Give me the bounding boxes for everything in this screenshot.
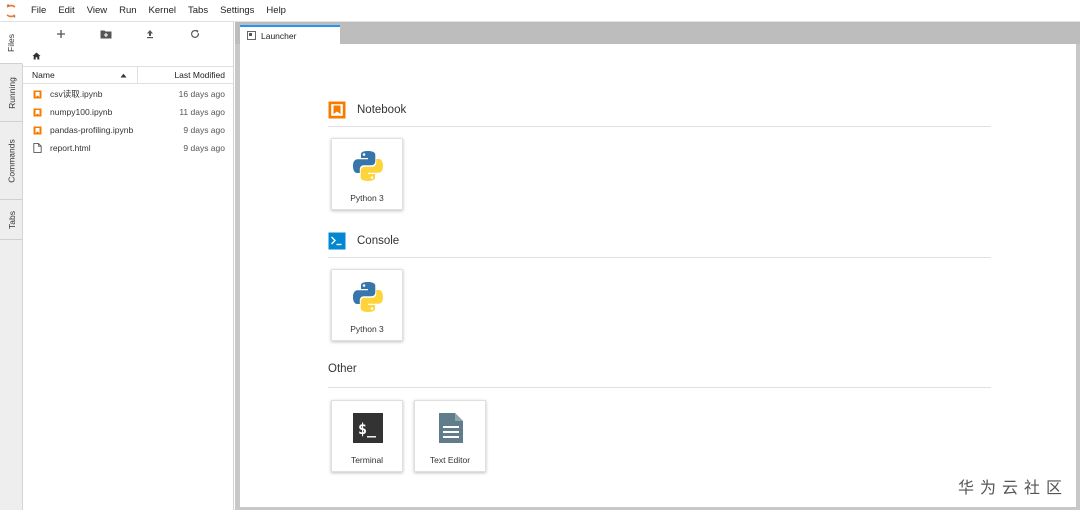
menu-tabs[interactable]: Tabs <box>188 5 208 16</box>
section-label: Notebook <box>357 104 407 116</box>
file-name: report.html <box>50 143 91 153</box>
file-browser-toolbar <box>23 22 233 46</box>
file-list: csv读取.ipynb 16 days ago numpy100.ipynb 1… <box>23 84 233 157</box>
terminal-icon: $_ <box>350 410 386 446</box>
sidebar-tab-strip: Files Running Commands Tabs <box>0 22 23 510</box>
menu-settings[interactable]: Settings <box>220 5 254 16</box>
sidebar-tab-commands[interactable]: Commands <box>0 122 23 200</box>
file-name: csv读取.ipynb <box>50 89 103 99</box>
notebook-file-icon <box>33 126 45 135</box>
menu-edit[interactable]: Edit <box>58 5 74 16</box>
file-browser: Name Last Modified csv读取.ipynb 16 days a… <box>23 22 234 510</box>
launcher-tab-icon <box>247 31 256 40</box>
file-name: pandas-profiling.ipynb <box>50 125 134 135</box>
name-column-header[interactable]: Name <box>23 67 138 83</box>
menu-kernel[interactable]: Kernel <box>149 5 176 16</box>
menu-run[interactable]: Run <box>119 5 136 16</box>
launcher-panel: Notebook Python 3 Console Python 3 Other… <box>240 44 1076 507</box>
file-row[interactable]: pandas-profiling.ipynb 9 days ago <box>23 121 233 139</box>
new-folder-icon <box>100 30 112 39</box>
file-row[interactable]: csv读取.ipynb 16 days ago <box>23 85 233 103</box>
sidebar-tab-label: Running <box>6 76 17 109</box>
section-label: Console <box>357 235 400 247</box>
card-label: Text Editor <box>429 455 471 465</box>
notebook-python3-card[interactable]: Python 3 <box>331 138 403 210</box>
sidebar-tab-label: Tabs <box>6 210 17 229</box>
sidebar-tab-label: Commands <box>6 138 17 183</box>
generic-file-icon <box>33 143 45 153</box>
last-modified-column-header[interactable]: Last Modified <box>138 70 233 80</box>
python-icon <box>350 279 386 315</box>
main-area: Launcher Notebook Python 3 Console Pytho… <box>235 22 1080 510</box>
name-column-label: Name <box>32 70 55 80</box>
file-row[interactable]: report.html 9 days ago <box>23 139 233 157</box>
sort-ascending-icon <box>120 73 127 77</box>
menu-file[interactable]: File <box>31 5 46 16</box>
python-icon <box>350 148 386 184</box>
file-modified: 9 days ago <box>183 125 225 135</box>
sidebar-tab-running[interactable]: Running <box>0 64 23 122</box>
tab-launcher[interactable]: Launcher <box>240 25 340 44</box>
upload-icon <box>147 30 154 39</box>
upload-button[interactable] <box>139 24 161 44</box>
console-icon <box>328 232 346 250</box>
menu-help[interactable]: Help <box>266 5 286 16</box>
breadcrumb <box>23 46 233 66</box>
console-python3-card[interactable]: Python 3 <box>331 269 403 341</box>
section-divider <box>328 257 991 258</box>
new-launcher-button[interactable] <box>50 24 72 44</box>
card-label: Terminal <box>350 455 384 465</box>
document-tab-bar: Launcher <box>235 22 1080 44</box>
file-modified: 11 days ago <box>179 107 225 117</box>
notebook-file-icon <box>33 90 45 99</box>
card-label: Python 3 <box>350 193 384 203</box>
new-folder-button[interactable] <box>95 24 117 44</box>
console-section-title: Console <box>328 232 399 250</box>
file-name: numpy100.ipynb <box>50 107 113 117</box>
file-modified: 16 days ago <box>178 89 225 99</box>
jupyter-logo-icon <box>0 0 22 22</box>
menu-view[interactable]: View <box>87 5 107 16</box>
notebook-section-title: Notebook <box>328 101 406 119</box>
file-list-header: Name Last Modified <box>23 66 233 84</box>
menu-bar: File Edit View Run Kernel Tabs Settings … <box>0 0 1080 22</box>
sidebar-tab-label: Files <box>5 33 16 52</box>
other-section-title: Other <box>328 363 357 375</box>
refresh-icon <box>190 29 199 38</box>
file-modified: 9 days ago <box>183 143 225 153</box>
file-row[interactable]: numpy100.ipynb 11 days ago <box>23 103 233 121</box>
section-divider <box>328 387 991 388</box>
card-label: Python 3 <box>350 324 384 334</box>
notebook-icon <box>328 101 346 119</box>
svg-text:$_: $_ <box>358 420 377 438</box>
tab-label: Launcher <box>261 30 297 41</box>
watermark: 华为云社区 <box>957 478 1068 497</box>
sidebar-tab-files[interactable]: Files <box>0 22 23 64</box>
text-editor-card[interactable]: Text Editor <box>414 400 486 472</box>
plus-icon <box>57 30 66 38</box>
section-divider <box>328 126 991 127</box>
section-label: Other <box>328 363 357 375</box>
terminal-card[interactable]: $_ Terminal <box>331 400 403 472</box>
notebook-file-icon <box>33 108 45 117</box>
home-icon[interactable] <box>32 52 41 60</box>
refresh-button[interactable] <box>184 24 206 44</box>
sidebar-tab-tabs[interactable]: Tabs <box>0 200 23 240</box>
text-file-icon <box>433 410 469 446</box>
